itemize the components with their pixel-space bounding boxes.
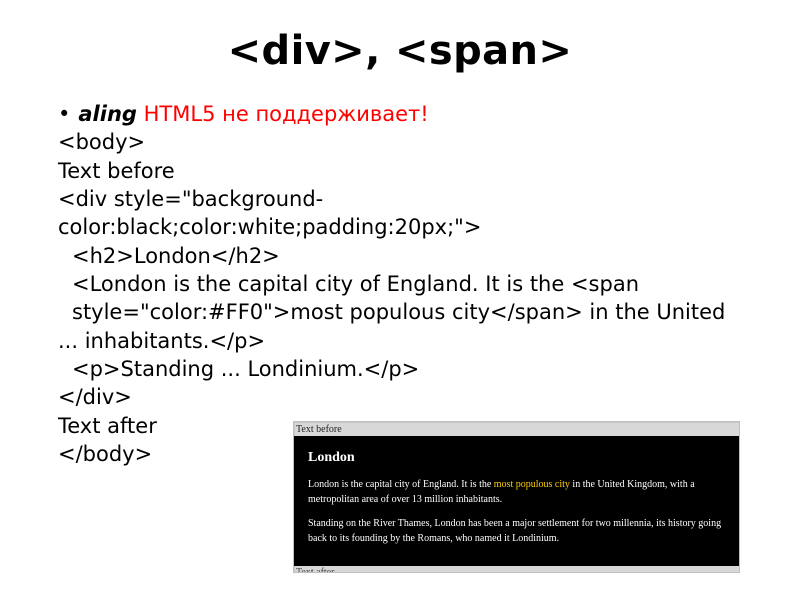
preview-box: London London is the capital city of Eng… — [294, 436, 739, 566]
preview-text-before: Text before — [294, 422, 739, 436]
bullet-item: • aling HTML5 не поддерживает! — [58, 100, 742, 128]
preview-text-after: Text after — [294, 566, 739, 572]
preview-paragraph: Standing on the River Thames, London has… — [308, 517, 725, 546]
slide-body: • aling HTML5 не поддерживает! <body> Te… — [58, 100, 742, 468]
rendered-preview: Text before London London is the capital… — [293, 421, 740, 573]
code-line: <div style="background-color:black;color… — [58, 185, 742, 242]
code-line: Text before — [58, 157, 742, 185]
code-line: <p>Standing ... Londinium.</p> — [58, 355, 742, 383]
bullet-dot-icon: • — [58, 100, 70, 128]
warning-text: HTML5 не поддерживает! — [144, 102, 429, 126]
preview-highlight: most populous city — [494, 479, 570, 490]
code-line: <London is the capital city of England. … — [58, 270, 742, 327]
attr-name: aling — [78, 102, 137, 126]
slide: <div>, <span> • aling HTML5 не поддержив… — [0, 0, 800, 600]
slide-title: <div>, <span> — [58, 28, 742, 74]
preview-heading: London — [308, 448, 725, 468]
preview-text: London is the capital city of England. I… — [308, 479, 494, 490]
code-line: <body> — [58, 128, 742, 156]
code-line: <h2>London</h2> — [58, 242, 742, 270]
bullet-text: aling HTML5 не поддерживает! — [78, 100, 428, 128]
code-line: ... inhabitants.</p> — [58, 327, 742, 355]
preview-paragraph: London is the capital city of England. I… — [308, 478, 725, 507]
code-line: </div> — [58, 383, 742, 411]
